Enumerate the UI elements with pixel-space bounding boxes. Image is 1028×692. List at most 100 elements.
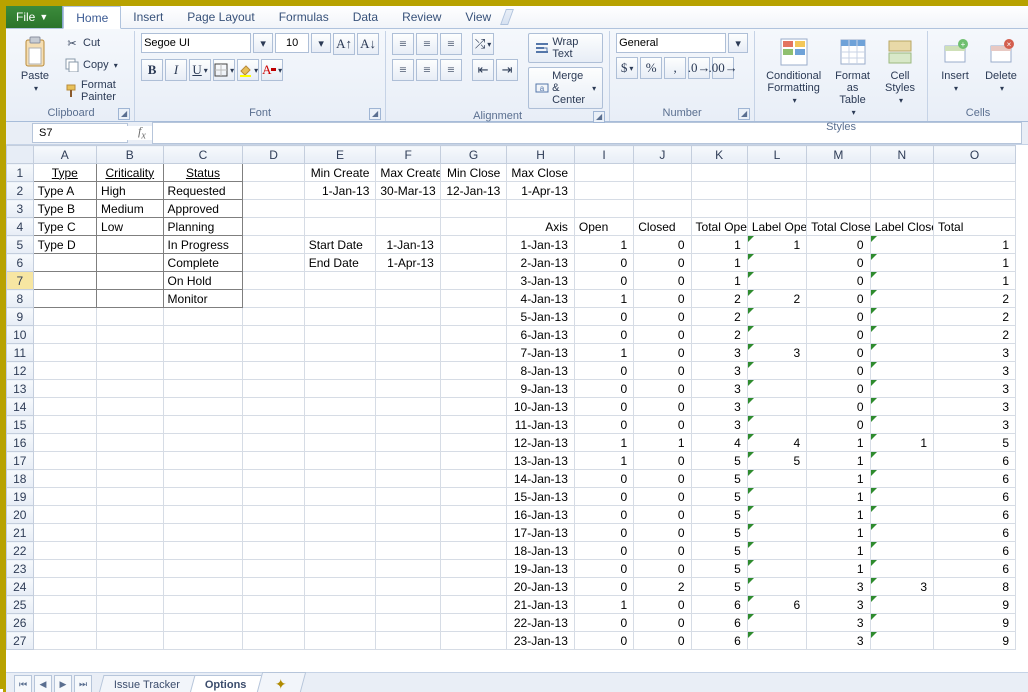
cell-F7[interactable] [376,272,440,290]
cell-O1[interactable] [934,164,1016,182]
cell-M24[interactable]: 3 [807,578,870,596]
cell-K17[interactable]: 5 [691,452,747,470]
cell-I21[interactable]: 0 [574,524,633,542]
row-header-8[interactable]: 8 [7,290,34,308]
alignment-launcher[interactable]: ◢ [593,111,605,123]
cell-N26[interactable] [870,614,933,632]
cell-D1[interactable] [243,164,304,182]
cell-G23[interactable] [440,560,507,578]
cell-J7[interactable]: 0 [634,272,691,290]
row-header-21[interactable]: 21 [7,524,34,542]
cell-K20[interactable]: 5 [691,506,747,524]
cell-O26[interactable]: 9 [934,614,1016,632]
align-middle-button[interactable]: ≡ [416,33,438,55]
cell-G7[interactable] [440,272,507,290]
delete-cells-button[interactable]: × Delete▾ [980,33,1022,96]
cell-C2[interactable]: Requested [163,182,243,200]
italic-button[interactable]: I [165,59,187,81]
cell-H10[interactable]: 6-Jan-13 [507,326,575,344]
cell-D25[interactable] [243,596,304,614]
tab-view[interactable]: View [453,6,503,28]
cell-F25[interactable] [376,596,440,614]
cell-H20[interactable]: 16-Jan-13 [507,506,575,524]
cell-N19[interactable] [870,488,933,506]
accounting-button[interactable]: $▾ [616,57,638,79]
cell-H8[interactable]: 4-Jan-13 [507,290,575,308]
cell-K22[interactable]: 5 [691,542,747,560]
row-header-17[interactable]: 17 [7,452,34,470]
row-header-14[interactable]: 14 [7,398,34,416]
cell-I27[interactable]: 0 [574,632,633,650]
cell-C17[interactable] [163,452,243,470]
cell-L6[interactable] [747,254,806,272]
cell-H22[interactable]: 18-Jan-13 [507,542,575,560]
cell-O5[interactable]: 1 [934,236,1016,254]
cell-M23[interactable]: 1 [807,560,870,578]
cell-D16[interactable] [243,434,304,452]
tab-review[interactable]: Review [390,6,453,28]
cell-J6[interactable]: 0 [634,254,691,272]
cell-I17[interactable]: 1 [574,452,633,470]
cell-M10[interactable]: 0 [807,326,870,344]
cell-B12[interactable] [97,362,164,380]
cell-B11[interactable] [97,344,164,362]
cell-F19[interactable] [376,488,440,506]
cell-C18[interactable] [163,470,243,488]
cell-D5[interactable] [243,236,304,254]
cell-G1[interactable]: Min Close [440,164,507,182]
cell-J25[interactable]: 0 [634,596,691,614]
cell-D7[interactable] [243,272,304,290]
format-as-table-button[interactable]: Format as Table▾ [830,33,875,120]
cell-G9[interactable] [440,308,507,326]
cell-F4[interactable] [376,218,440,236]
cell-H9[interactable]: 5-Jan-13 [507,308,575,326]
cell-E5[interactable]: Start Date [304,236,376,254]
cell-M16[interactable]: 1 [807,434,870,452]
cell-B18[interactable] [97,470,164,488]
cell-J16[interactable]: 1 [634,434,691,452]
cell-N17[interactable] [870,452,933,470]
cell-E14[interactable] [304,398,376,416]
cell-E9[interactable] [304,308,376,326]
cell-D18[interactable] [243,470,304,488]
cell-O2[interactable] [934,182,1016,200]
cell-K1[interactable] [691,164,747,182]
cell-L14[interactable] [747,398,806,416]
cell-F22[interactable] [376,542,440,560]
cell-D20[interactable] [243,506,304,524]
tab-home[interactable]: Home [63,6,121,29]
cell-M15[interactable]: 0 [807,416,870,434]
row-header-10[interactable]: 10 [7,326,34,344]
cell-M11[interactable]: 0 [807,344,870,362]
cell-C22[interactable] [163,542,243,560]
cell-N20[interactable] [870,506,933,524]
cell-B6[interactable] [97,254,164,272]
cell-I18[interactable]: 0 [574,470,633,488]
row-header-13[interactable]: 13 [7,380,34,398]
cell-E26[interactable] [304,614,376,632]
cell-K8[interactable]: 2 [691,290,747,308]
cell-D23[interactable] [243,560,304,578]
cell-H19[interactable]: 15-Jan-13 [507,488,575,506]
cell-L20[interactable] [747,506,806,524]
cell-L16[interactable]: 4 [747,434,806,452]
cell-B10[interactable] [97,326,164,344]
cell-H7[interactable]: 3-Jan-13 [507,272,575,290]
cell-C4[interactable]: Planning [163,218,243,236]
cell-N9[interactable] [870,308,933,326]
cell-L27[interactable] [747,632,806,650]
cell-I11[interactable]: 1 [574,344,633,362]
cell-O13[interactable]: 3 [934,380,1016,398]
cell-F3[interactable] [376,200,440,218]
cell-F27[interactable] [376,632,440,650]
decrease-decimal-button[interactable]: .00→ [712,57,734,79]
cell-K14[interactable]: 3 [691,398,747,416]
cell-D3[interactable] [243,200,304,218]
cell-G15[interactable] [440,416,507,434]
col-header-C[interactable]: C [163,146,243,164]
cell-K21[interactable]: 5 [691,524,747,542]
cell-K15[interactable]: 3 [691,416,747,434]
decrease-indent-button[interactable]: ⇤ [472,59,494,81]
cell-E10[interactable] [304,326,376,344]
cell-M7[interactable]: 0 [807,272,870,290]
